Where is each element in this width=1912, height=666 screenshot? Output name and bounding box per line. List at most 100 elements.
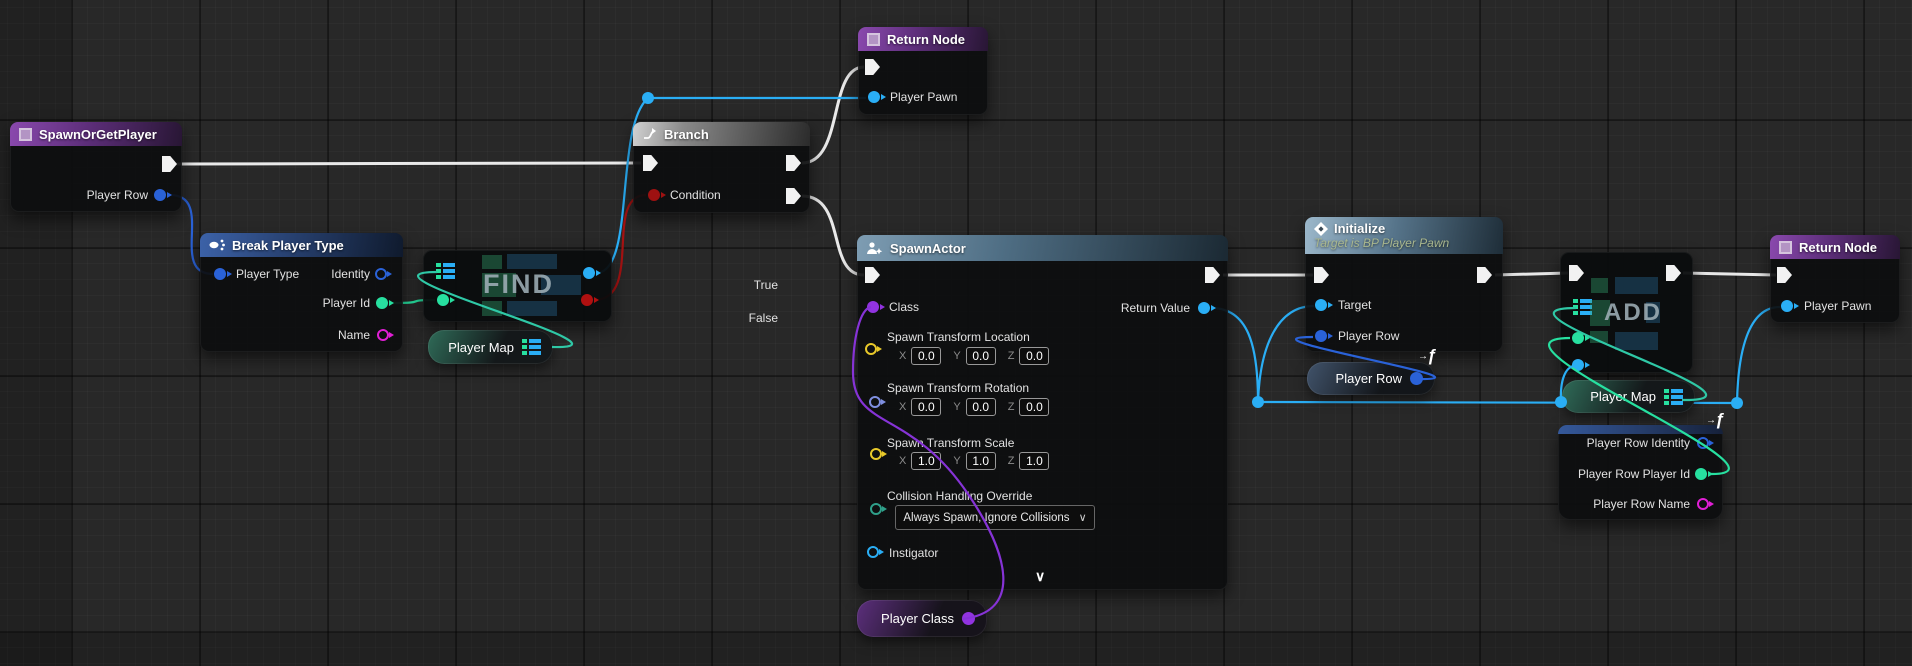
blueprint-graph-canvas[interactable]: SpawnOrGetPlayer Player Row Break Player… (0, 0, 1912, 666)
key-input-pin[interactable] (437, 294, 449, 306)
player-row-input-pin[interactable] (1315, 330, 1327, 342)
node-header[interactable]: Branch (633, 122, 810, 146)
chevron-down-icon: ∨ (1079, 513, 1087, 523)
instigator-input-pin[interactable] (867, 546, 879, 558)
variable-player-map-2[interactable]: Player Map (1562, 380, 1695, 413)
map-input-pin[interactable] (436, 263, 455, 279)
node-spawn-actor[interactable]: SpawnActor Class Return Value Spawn Tran… (857, 235, 1228, 590)
map-output-pin[interactable] (1664, 389, 1683, 405)
target-input-pin[interactable] (1315, 299, 1327, 311)
event-node-icon (19, 128, 32, 141)
name-output-pin[interactable] (377, 329, 389, 341)
collision-override-dropdown[interactable]: Always Spawn, Ignore Collisions ∨ (895, 505, 1095, 530)
player-id-output-pin[interactable] (376, 297, 388, 309)
name-output-pin[interactable] (1697, 498, 1709, 510)
conversion-function-icon: →ƒ (1706, 410, 1724, 430)
node-header[interactable]: Break Player Type (200, 233, 403, 257)
node-header[interactable]: Return Node (858, 27, 988, 51)
return-value-output-pin[interactable] (1198, 302, 1210, 314)
find-op-label: FIND (483, 269, 554, 300)
variable-player-class[interactable]: Player Class (857, 600, 987, 637)
variable-player-map[interactable]: Player Map (428, 330, 553, 364)
exec-wire (1495, 273, 1568, 275)
location-y-input[interactable]: 0.0 (966, 347, 996, 365)
identity-output-pin[interactable] (1697, 437, 1709, 449)
exec-output-pin[interactable] (162, 156, 177, 172)
exec-input-pin[interactable] (865, 267, 880, 283)
node-title: Break Player Type (232, 238, 344, 253)
variable-label: Player Class (881, 611, 954, 626)
spawn-rotation-input-pin[interactable] (869, 396, 881, 408)
axis-y-label: Y (953, 455, 960, 467)
true-exec-output-pin[interactable] (786, 155, 801, 171)
exec-wire-false (802, 196, 864, 275)
node-break-player-row[interactable]: Player Row Identity Player Row Player Id… (1558, 425, 1723, 520)
node-title: Initialize (1334, 221, 1385, 236)
function-diamond-icon (1314, 222, 1328, 236)
exec-input-pin[interactable] (865, 59, 880, 75)
exec-input-pin[interactable] (1569, 265, 1584, 281)
node-branch[interactable]: Branch True Condition False (633, 122, 810, 213)
player-id-output-pin[interactable] (1695, 468, 1707, 480)
class-input-pin[interactable] (867, 301, 879, 313)
rotation-z-input[interactable]: 0.0 (1019, 398, 1049, 416)
node-header[interactable]: SpawnActor (857, 235, 1228, 261)
axis-x-label: X (899, 401, 906, 413)
scale-y-input[interactable]: 1.0 (966, 452, 996, 470)
class-output-pin[interactable] (962, 612, 975, 625)
pin-label: Spawn Transform Rotation (887, 381, 1029, 395)
node-break-player-type[interactable]: Break Player Type Player Type Identity P… (200, 233, 403, 352)
node-header-strip[interactable] (1558, 425, 1723, 434)
player-type-input-pin[interactable] (214, 268, 226, 280)
add-op-label: ADD (1604, 299, 1662, 327)
exec-output-pin[interactable] (1477, 267, 1492, 283)
node-spawn-or-get-player[interactable]: SpawnOrGetPlayer Player Row (10, 122, 182, 212)
scale-values: X1.0 Y1.0 Z1.0 (899, 452, 1049, 470)
condition-input-pin[interactable] (648, 189, 660, 201)
location-x-input[interactable]: 0.0 (911, 347, 941, 365)
pin-label-false: False (749, 311, 778, 325)
pin-label-true: True (754, 278, 778, 292)
exec-output-pin[interactable] (1666, 265, 1681, 281)
identity-output-pin[interactable] (375, 268, 387, 280)
player-pawn-input-pin[interactable] (868, 91, 880, 103)
rotation-y-input[interactable]: 0.0 (966, 398, 996, 416)
location-values: X0.0 Y0.0 Z0.0 (899, 347, 1049, 365)
map-output-pin[interactable] (522, 339, 541, 355)
pin-label: Player Id (323, 296, 370, 310)
axis-z-label: Z (1008, 350, 1015, 362)
exec-input-pin[interactable] (643, 155, 658, 171)
player-pawn-input-pin[interactable] (1781, 300, 1793, 312)
expand-node-chevron-icon[interactable]: ∨ (1035, 568, 1045, 585)
exec-output-pin[interactable] (1205, 267, 1220, 283)
node-map-add[interactable]: ADD (1560, 252, 1693, 373)
value-output-pin[interactable] (583, 267, 595, 279)
rotation-x-input[interactable]: 0.0 (911, 398, 941, 416)
node-header[interactable]: Initialize Target is BP Player Pawn (1305, 217, 1503, 254)
node-return-top[interactable]: Return Node Player Pawn (858, 27, 988, 115)
node-return-right[interactable]: Return Node Player Pawn (1770, 235, 1900, 323)
conversion-function-icon: →ƒ (1418, 346, 1436, 366)
variable-player-row[interactable]: Player Row (1307, 362, 1435, 395)
player-row-output-pin[interactable] (154, 189, 166, 201)
spawn-scale-input-pin[interactable] (870, 448, 882, 460)
scale-z-input[interactable]: 1.0 (1019, 452, 1049, 470)
false-exec-output-pin[interactable] (786, 188, 801, 204)
found-output-pin[interactable] (581, 294, 593, 306)
value-input-pin[interactable] (1572, 359, 1584, 371)
key-input-pin[interactable] (1572, 332, 1584, 344)
node-map-find[interactable]: FIND (423, 250, 612, 322)
spawn-actor-icon (866, 241, 883, 256)
pin-label: Player Pawn (1804, 299, 1871, 313)
node-title: SpawnOrGetPlayer (39, 127, 157, 142)
spawn-location-input-pin[interactable] (865, 343, 877, 355)
node-header[interactable]: SpawnOrGetPlayer (10, 122, 182, 146)
collision-override-input-pin[interactable] (870, 503, 882, 515)
node-header[interactable]: Return Node (1770, 235, 1900, 259)
scale-x-input[interactable]: 1.0 (911, 452, 941, 470)
node-initialize[interactable]: Initialize Target is BP Player Pawn Targ… (1305, 217, 1503, 352)
player-row-output-pin[interactable] (1410, 372, 1423, 385)
exec-input-pin[interactable] (1314, 267, 1329, 283)
exec-input-pin[interactable] (1777, 267, 1792, 283)
location-z-input[interactable]: 0.0 (1019, 347, 1049, 365)
